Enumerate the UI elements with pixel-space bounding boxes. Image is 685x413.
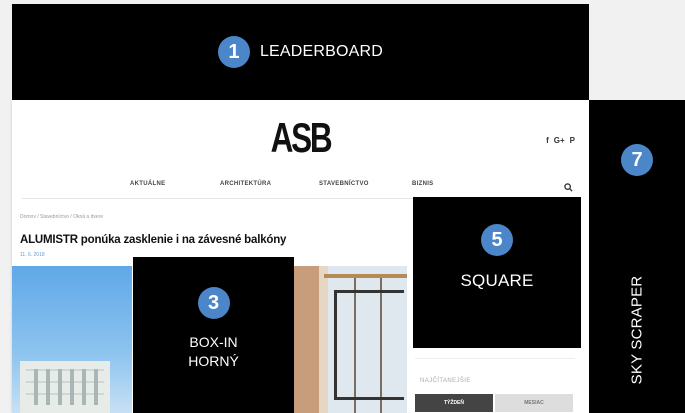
sidebar-tabs: TÝŽDEŇ MESIAC [415, 394, 573, 412]
search-icon[interactable] [564, 179, 573, 197]
tab-tyzden[interactable]: TÝŽDEŇ [415, 394, 493, 412]
site-logo[interactable]: ASB [84, 114, 517, 162]
article-headline[interactable]: ALUMISTR ponúka zasklenie i na závesné b… [20, 234, 286, 246]
sidebar-title: NAJČÍTANEJŠIE [420, 378, 471, 384]
main-navigation: AKTUÁLNE ARCHITEKTÚRA STAVEBNÍCTVO BIZNI… [12, 181, 589, 195]
article-photo-right [294, 266, 407, 413]
social-links: f G+ P [546, 136, 575, 145]
nav-item-biznis[interactable]: BIZNIS [412, 181, 433, 187]
square-ad: 5 SQUARE [413, 197, 581, 348]
skyscraper-label: SKY SCRAPER [628, 275, 646, 385]
nav-item-stavebnictvo[interactable]: STAVEBNÍCTVO [319, 181, 369, 187]
nav-item-aktualne[interactable]: AKTUÁLNE [130, 181, 165, 187]
sidebar-divider [415, 358, 575, 359]
square-number-badge: 5 [481, 224, 513, 256]
breadcrumb[interactable]: Domov / Stavebníctvo / Okná a dvere [20, 214, 103, 220]
leaderboard-number-badge: 1 [217, 36, 250, 68]
skyscraper-number-badge: 7 [621, 144, 653, 176]
skyscraper-ad: 7 SKY SCRAPER [589, 100, 685, 413]
article-photo-left [12, 266, 132, 413]
pinterest-icon[interactable]: P [570, 136, 575, 145]
box-in-ad: 3 BOX-IN HORNÝ [133, 257, 294, 413]
article-date: 11. 6. 2018 [20, 252, 45, 258]
nav-item-architektura[interactable]: ARCHITEKTÚRA [220, 181, 271, 187]
box-in-label-line2: HORNÝ [188, 353, 239, 369]
box-in-number-badge: 3 [197, 287, 230, 319]
leaderboard-ad: 1 LEADERBOARD [12, 4, 589, 100]
leaderboard-label: LEADERBOARD [259, 43, 384, 60]
facebook-icon[interactable]: f [546, 136, 549, 145]
google-plus-icon[interactable]: G+ [554, 136, 565, 145]
square-label: SQUARE [460, 271, 534, 290]
tab-mesiac[interactable]: MESIAC [495, 394, 573, 412]
box-in-label-line1: BOX-IN [189, 334, 238, 350]
